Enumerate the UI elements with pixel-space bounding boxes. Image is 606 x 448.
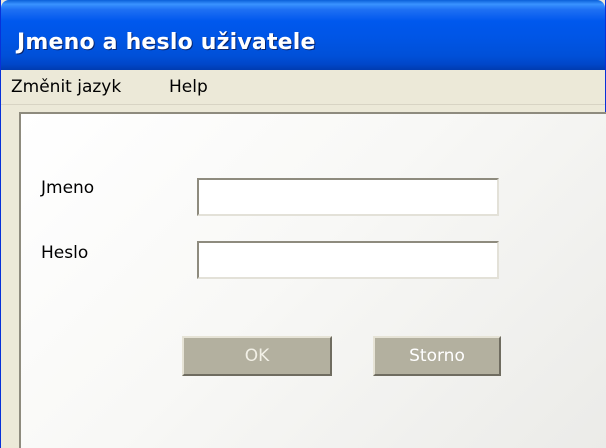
username-field[interactable] <box>197 178 499 216</box>
menu-bar: Změnit jazyk Help <box>1 70 605 105</box>
title-bar[interactable]: Jmeno a heslo uživatele <box>1 0 605 70</box>
password-field[interactable] <box>197 241 499 279</box>
menu-item-help[interactable]: Help <box>165 75 212 99</box>
dialog-content-panel: Jmeno Heslo OK Storno <box>19 112 606 448</box>
ok-button[interactable]: OK <box>182 336 332 376</box>
username-label: Jmeno <box>41 178 95 198</box>
login-dialog-window: Jmeno a heslo uživatele Změnit jazyk Hel… <box>0 0 606 448</box>
menu-item-change-language[interactable]: Změnit jazyk <box>7 75 125 99</box>
password-label: Heslo <box>41 243 89 263</box>
window-title: Jmeno a heslo uživatele <box>17 30 316 55</box>
cancel-button[interactable]: Storno <box>373 336 501 376</box>
